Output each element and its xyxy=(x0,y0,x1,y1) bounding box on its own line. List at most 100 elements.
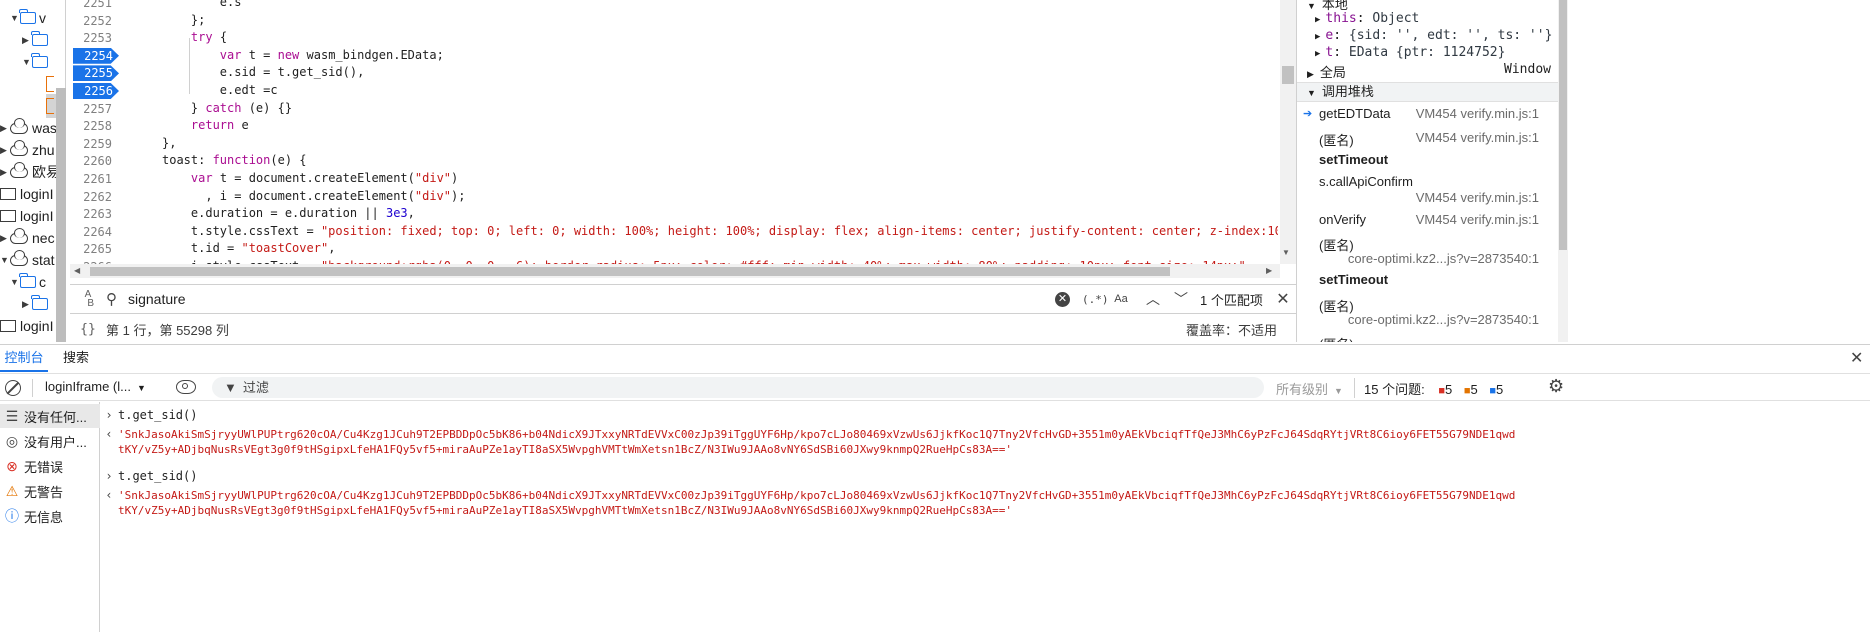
line-number[interactable]: 2258 xyxy=(70,118,112,134)
log-levels-dropdown[interactable]: 所有级别 ▼ xyxy=(1276,379,1343,398)
frame-location[interactable]: core-optimi.kz2...js?v=2873540:1 xyxy=(1348,251,1539,266)
live-expression-eye-icon[interactable] xyxy=(176,380,196,394)
debugger-sidebar-scroll-thumb[interactable] xyxy=(1559,0,1567,250)
line-number[interactable]: 2260 xyxy=(70,153,112,169)
property-separator: : xyxy=(1356,11,1373,26)
scroll-down-arrow-icon[interactable]: ▼ xyxy=(1282,248,1290,257)
call-stack-header[interactable]: ▼ 调用堆栈 xyxy=(1297,82,1558,102)
line-number[interactable]: 2253 xyxy=(70,30,112,46)
line-number-gutter[interactable]: 2251 2252 2253 2254 2255 2256 2257 2258 2259 2260… xyxy=(70,0,132,274)
folder-icon xyxy=(19,273,36,288)
console-settings-gear-icon[interactable]: ⚙ xyxy=(1548,376,1564,397)
global-scope-header[interactable]: ▶ 全局 Window xyxy=(1307,62,1557,81)
search-input[interactable] xyxy=(128,291,1055,307)
console-result-line: tKY/vZ5y+ADjbqNusRsVEgt3g0f9tHSgipxLfeHA… xyxy=(118,504,1013,517)
frame-location[interactable]: VM454 verify.min.js:1 xyxy=(1416,190,1539,205)
call-stack-frame[interactable]: ➔ getEDTData VM454 verify.min.js:1 xyxy=(1297,104,1558,126)
async-boundary: setTimeout xyxy=(1319,152,1389,167)
frame-function-name: getEDTData xyxy=(1319,106,1391,121)
console-sidebar-item[interactable]: ◎ 没有用户... xyxy=(0,429,100,453)
collapse-arrow-icon[interactable]: ▶ xyxy=(0,233,10,244)
close-drawer-icon[interactable]: ✕ xyxy=(1850,348,1863,368)
line-number[interactable]: 2261 xyxy=(70,171,112,187)
code-editor[interactable]: e.s }; try { var t = new wasm_bindgen.ED… xyxy=(132,0,1278,264)
expand-arrow-icon[interactable]: ▼ xyxy=(10,13,20,23)
collapse-arrow-icon[interactable]: ▶ xyxy=(22,35,32,46)
tree-item[interactable]: ▼ xyxy=(22,50,65,74)
property-separator: : xyxy=(1333,45,1349,60)
line-number[interactable]: 2262 xyxy=(70,189,112,205)
frame-location[interactable]: VM454 verify.min.js:1 xyxy=(1416,130,1539,145)
console-sidebar-item[interactable]: ⊗ 无错误 xyxy=(0,454,100,478)
pretty-print-icon[interactable]: {} xyxy=(70,322,106,337)
issues-counter[interactable]: 15 个问题: ■5 ■5 ■5 xyxy=(1364,379,1503,398)
call-stack-frame[interactable]: (匿名) VM454 verify.min.js:1 xyxy=(1297,128,1558,150)
scroll-left-arrow-icon[interactable]: ◀ xyxy=(74,266,80,275)
file-tree-scrollbar[interactable] xyxy=(56,88,66,342)
previous-match-icon[interactable]: ︿ xyxy=(1138,289,1168,309)
scope-property[interactable]: ▶ t: EData {ptr: 1124752} xyxy=(1315,45,1505,60)
issue-info-icon: ■ xyxy=(1489,385,1496,397)
console-sidebar-item[interactable]: ⓘ 无信息 xyxy=(0,504,100,528)
clear-console-icon[interactable] xyxy=(5,380,21,396)
console-output[interactable]: › t.get_sid() ‹ 'SnkJasoAkiSmSjryyUWlPUPtrg… xyxy=(100,402,1870,632)
console-sidebar-item[interactable]: ⚠ 无警告 xyxy=(0,479,100,503)
match-case-toggle-icon[interactable]: A B xyxy=(70,290,106,309)
console-input-row[interactable]: › t.get_sid() xyxy=(100,469,1870,483)
editor-vertical-scrollbar[interactable] xyxy=(1280,0,1296,264)
console-result-row[interactable]: ‹ 'SnkJasoAkiSmSjryyUWlPUPtrg620cOA/Cu4Kz… xyxy=(100,427,1870,441)
console-sidebar: ☰ 没有任何... ◎ 没有用户... ⊗ 无错误 ⚠ 无警告 ⓘ 无信息 xyxy=(0,402,100,632)
frame-location[interactable]: core-optimi.kz2...js?v=2873540:1 xyxy=(1348,312,1539,327)
line-number[interactable]: 2252 xyxy=(70,13,112,29)
collapse-arrow-icon[interactable]: ▶ xyxy=(0,167,10,178)
filter-input[interactable]: ▼ 过滤 xyxy=(212,377,1264,398)
expand-arrow-icon[interactable]: ▼ xyxy=(10,277,20,287)
frame-function-name: s.callApiConfirm xyxy=(1319,174,1413,189)
breakpoint-line-number[interactable]: 2256 xyxy=(73,83,119,99)
close-search-icon[interactable]: ✕ xyxy=(1270,289,1296,309)
collapse-arrow-icon[interactable]: ▶ xyxy=(0,123,10,134)
code-line: e.sid = t.get_sid(), xyxy=(162,65,365,80)
line-number[interactable]: 2259 xyxy=(70,136,112,152)
collapse-arrow-icon[interactable]: ▶ xyxy=(0,145,10,156)
line-number[interactable]: 2264 xyxy=(70,224,112,240)
console-input-row[interactable]: › t.get_sid() xyxy=(100,408,1870,422)
frame-location[interactable]: VM454 verify.min.js:1 xyxy=(1416,106,1539,121)
editor-vertical-scroll-thumb[interactable] xyxy=(1282,66,1294,84)
case-sensitive-toggle[interactable]: Aa xyxy=(1104,293,1138,305)
next-match-icon[interactable]: ﹀ xyxy=(1168,289,1194,309)
call-stack-frame[interactable]: (匿名) core-optimi.kz2...js?v=2873540:1 xyxy=(1297,294,1558,332)
breakpoint-line-number[interactable]: 2254 xyxy=(73,47,119,64)
call-stack-frame[interactable]: (匿名) xyxy=(1297,332,1558,342)
scroll-right-arrow-icon[interactable]: ▶ xyxy=(1266,266,1272,275)
expand-arrow-icon[interactable]: ▼ xyxy=(0,255,10,265)
tab-search[interactable]: 搜索 xyxy=(56,345,96,372)
call-stack-frame[interactable]: onVerify VM454 verify.min.js:1 xyxy=(1297,210,1558,232)
expand-arrow-icon[interactable]: ▼ xyxy=(22,57,32,67)
call-stack-frame[interactable]: s.callApiConfirm VM454 verify.min.js:1 xyxy=(1297,172,1558,210)
collapse-arrow-icon[interactable]: ▶ xyxy=(22,299,32,310)
line-number[interactable]: 2257 xyxy=(70,101,112,117)
tab-console[interactable]: 控制台 xyxy=(0,345,48,372)
line-number[interactable]: 2251 xyxy=(70,0,112,11)
breakpoint-line-number[interactable]: 2255 xyxy=(73,65,119,82)
code-line: }, xyxy=(162,135,177,150)
warning-icon: ⚠ xyxy=(5,482,19,499)
console-result-row[interactable]: ‹ 'SnkJasoAkiSmSjryyUWlPUPtrg620cOA/Cu4Kz… xyxy=(100,488,1870,502)
frame-location[interactable]: VM454 verify.min.js:1 xyxy=(1416,212,1539,227)
console-result-line: tKY/vZ5y+ADjbqNusRsVEgt3g0f9tHSgipxLfeHA… xyxy=(118,443,1013,456)
cloud-icon xyxy=(10,249,28,266)
tree-item[interactable]: ▶ xyxy=(22,28,65,52)
editor-horizontal-scroll-thumb[interactable] xyxy=(90,267,1170,276)
line-number[interactable]: 2263 xyxy=(70,206,112,222)
scope-property[interactable]: ▶ this: Object xyxy=(1315,11,1419,26)
call-stack-frame[interactable]: (匿名) core-optimi.kz2...js?v=2873540:1 xyxy=(1297,233,1558,271)
scope-property[interactable]: ▶ e: {sid: '', edt: '', ts: ''} xyxy=(1315,28,1552,43)
context-selector[interactable]: loginIframe (l... ▼ xyxy=(32,379,162,397)
regex-toggle[interactable]: (.*) xyxy=(1082,293,1109,306)
clear-search-icon[interactable]: ✕ xyxy=(1055,291,1070,307)
line-number[interactable]: 2265 xyxy=(70,241,112,257)
tree-item[interactable]: ▼ v xyxy=(10,6,65,30)
frame-icon xyxy=(0,210,16,222)
console-sidebar-item[interactable]: ☰ 没有任何... xyxy=(0,404,100,428)
